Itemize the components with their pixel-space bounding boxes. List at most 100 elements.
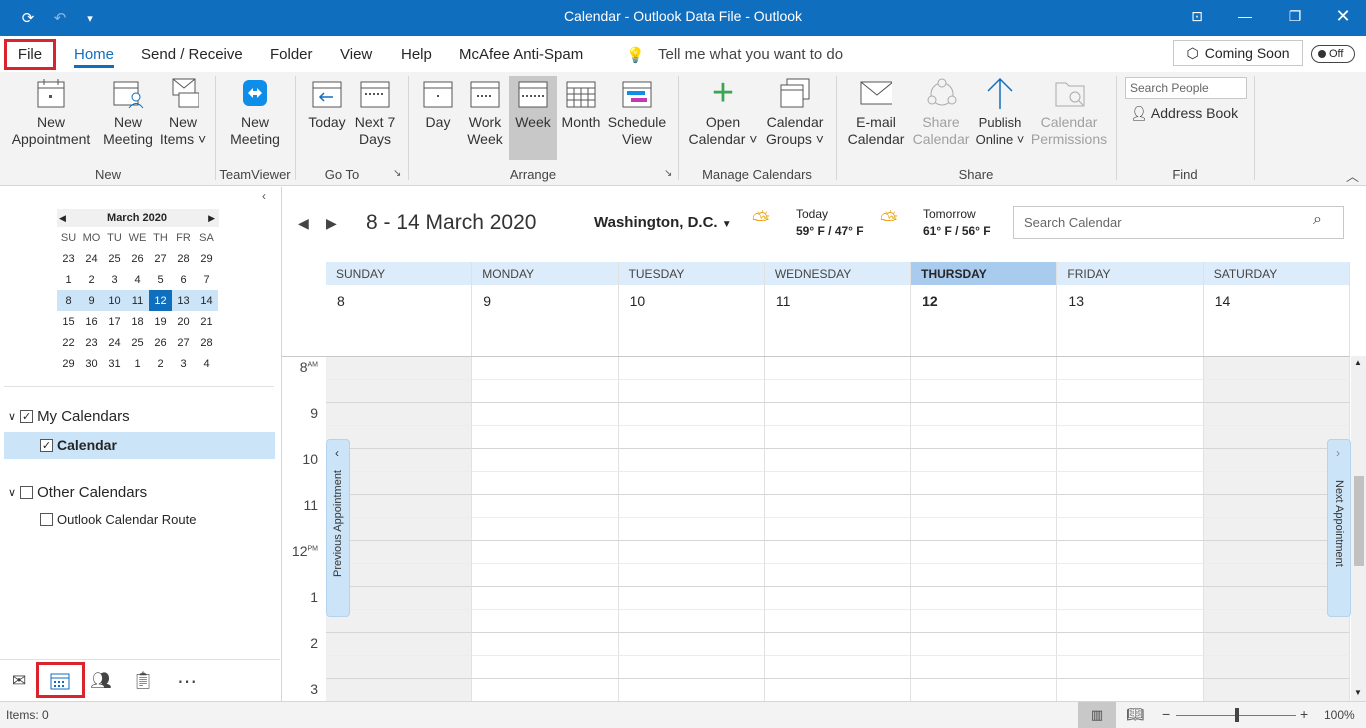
tasks-icon[interactable]: 📋︎ (124, 666, 162, 696)
time-slot[interactable] (911, 495, 1058, 518)
time-slot[interactable] (764, 449, 912, 472)
new-items-button[interactable]: New Items ˅ (158, 76, 208, 148)
time-slot[interactable] (472, 518, 619, 541)
ribbon-display-icon[interactable]: ⊡ (1174, 0, 1220, 32)
next-week-icon[interactable]: ▶ (326, 215, 337, 232)
time-slot[interactable] (1203, 679, 1350, 701)
mini-calendar-date[interactable]: 5 (149, 269, 172, 290)
time-slot[interactable] (326, 403, 473, 426)
time-slot[interactable] (1057, 587, 1204, 610)
time-slot[interactable] (911, 426, 1058, 449)
weather-location-dropdown[interactable]: Washington, D.C. ▼ (594, 214, 732, 231)
mini-calendar-date[interactable]: 3 (172, 353, 195, 374)
open-calendar-button[interactable]: + Open Calendar ˅ (684, 74, 762, 148)
time-slot[interactable] (911, 518, 1058, 541)
next-appointment-tab[interactable]: › Next Appointment (1327, 439, 1351, 617)
mini-calendar-date[interactable]: 1 (57, 269, 80, 290)
day-column-header[interactable]: SATURDAY 14 (1203, 262, 1350, 356)
new-appointment-button[interactable]: New Appointment (8, 76, 94, 148)
time-slot[interactable] (911, 679, 1058, 701)
tell-me-search[interactable]: Tell me what you want to do (658, 44, 843, 65)
checkbox-checked-icon[interactable]: ✓ (20, 410, 34, 423)
weather-tomorrow[interactable]: Tomorrow 61° F / 56° F (923, 206, 991, 240)
more-icon[interactable]: ⋯ (168, 666, 206, 696)
outlook-calendar-route-item[interactable]: Outlook Calendar Route (40, 512, 196, 527)
scroll-down-icon[interactable]: ▼ (1354, 688, 1362, 697)
search-icon[interactable]: ⌕ (1313, 211, 1322, 229)
mini-calendar-date[interactable]: 12 (149, 290, 172, 311)
time-slot[interactable] (472, 495, 619, 518)
time-slot[interactable] (1203, 633, 1350, 656)
day-column-header[interactable]: SUNDAY 8 (326, 262, 473, 356)
mini-calendar-date[interactable]: 31 (103, 353, 126, 374)
time-slot[interactable] (1203, 656, 1350, 679)
mini-calendar-date[interactable]: 3 (103, 269, 126, 290)
mini-calendar-date[interactable]: 7 (195, 269, 218, 290)
reading-view-icon[interactable]: 📖︎ (1126, 706, 1144, 723)
mini-calendar-date[interactable]: 24 (103, 332, 126, 353)
time-slot[interactable] (911, 610, 1058, 633)
time-slot[interactable] (911, 564, 1058, 587)
time-slot[interactable] (1057, 380, 1204, 403)
today-button[interactable]: Today (304, 76, 350, 131)
mini-calendar-date[interactable]: 28 (172, 248, 195, 269)
file-tab[interactable]: File (4, 39, 56, 70)
weather-today[interactable]: Today 59° F / 47° F (796, 206, 864, 240)
time-slot[interactable] (1057, 449, 1204, 472)
mini-calendar-date[interactable]: 14 (195, 290, 218, 311)
share-calendar-button[interactable]: Share Calendar (910, 76, 972, 148)
time-slot[interactable] (618, 656, 765, 679)
mini-calendar-date[interactable]: 29 (57, 353, 80, 374)
time-slot[interactable] (618, 403, 765, 426)
mini-calendar-date[interactable]: 25 (126, 332, 149, 353)
checkbox-icon[interactable] (40, 513, 53, 526)
time-slot[interactable] (911, 656, 1058, 679)
mini-calendar-date[interactable]: 6 (172, 269, 195, 290)
time-slot[interactable] (765, 679, 912, 701)
time-slot[interactable] (618, 610, 765, 633)
mini-calendar-date[interactable]: 4 (126, 269, 149, 290)
vertical-scrollbar[interactable]: ▲ ▼ (1351, 356, 1366, 701)
email-calendar-button[interactable]: E-mail Calendar (842, 76, 910, 148)
mini-calendar-date[interactable]: 22 (57, 332, 80, 353)
mini-calendar-date[interactable]: 2 (149, 353, 172, 374)
time-slot[interactable] (619, 679, 765, 701)
time-slot[interactable] (1057, 656, 1204, 679)
zoom-in-icon[interactable]: + (1300, 706, 1308, 722)
prev-month-icon[interactable]: ◀ (57, 213, 66, 224)
day-column-header[interactable]: TUESDAY 10 (618, 262, 765, 356)
month-view-button[interactable]: Month (558, 76, 604, 131)
collapse-pane-icon[interactable]: ‹ (262, 189, 266, 203)
time-slot[interactable] (326, 633, 473, 656)
previous-week-icon[interactable]: ◀ (298, 215, 309, 232)
time-slot[interactable] (764, 357, 912, 380)
day-view-button[interactable]: Day (416, 76, 460, 131)
zoom-out-icon[interactable]: − (1162, 706, 1170, 722)
time-slot[interactable] (764, 426, 912, 449)
time-slot[interactable] (618, 564, 765, 587)
mini-calendar-date[interactable]: 16 (80, 311, 103, 332)
tab-home[interactable]: Home (74, 44, 115, 68)
search-people-input[interactable]: Search People (1125, 77, 1247, 99)
time-slot[interactable] (618, 357, 765, 380)
mini-calendar-date[interactable]: 18 (126, 311, 149, 332)
time-slot[interactable] (472, 403, 619, 426)
time-slot[interactable] (764, 541, 912, 564)
calendar-groups-button[interactable]: Calendar Groups ˅ (762, 76, 828, 148)
time-slot[interactable] (911, 449, 1058, 472)
teamviewer-new-meeting-button[interactable]: New Meeting (222, 76, 288, 148)
time-slot[interactable] (764, 587, 912, 610)
time-slot[interactable] (911, 472, 1058, 495)
minimize-button[interactable]: — (1222, 0, 1268, 32)
time-slot[interactable] (911, 541, 1058, 564)
mini-calendar-date[interactable]: 13 (172, 290, 195, 311)
restore-button[interactable]: ❐ (1272, 0, 1318, 32)
people-icon[interactable]: 👥︎ (82, 666, 120, 696)
time-slot[interactable] (472, 633, 619, 656)
time-slot[interactable] (1057, 495, 1204, 518)
time-slot[interactable] (911, 587, 1058, 610)
collapse-ribbon-icon[interactable]: ︿ (1346, 166, 1359, 185)
time-slot[interactable] (618, 633, 765, 656)
zoom-level[interactable]: 100% (1324, 708, 1355, 722)
schedule-view-button[interactable]: Schedule View (606, 76, 668, 148)
